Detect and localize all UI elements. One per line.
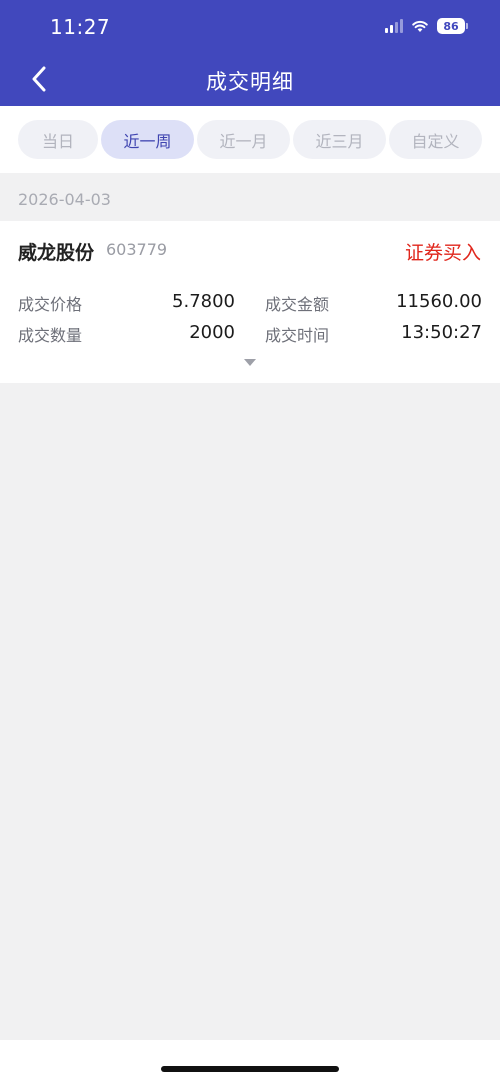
tab-month[interactable]: 近一月 <box>197 120 290 159</box>
period-tabs: 当日 近一周 近一月 近三月 自定义 <box>0 106 500 173</box>
stock-name: 威龙股份 <box>18 242 95 264</box>
caret-down-icon[interactable] <box>244 359 256 366</box>
header: 11:27 86 成交明细 <box>0 0 500 106</box>
status-time: 11:27 <box>50 15 111 39</box>
time-value: 13:50:27 <box>401 322 482 343</box>
bottom-safe-area <box>0 1040 500 1082</box>
price-value: 5.7800 <box>172 291 235 312</box>
quantity-label: 成交数量 <box>18 326 83 345</box>
quantity-value: 2000 <box>189 322 235 343</box>
amount-value: 11560.00 <box>396 291 482 312</box>
battery-icon: 86 <box>437 18 468 34</box>
wifi-icon <box>412 20 428 32</box>
trade-record-card[interactable]: 威龙股份 603779 证券买入 成交价格 5.7800 成交金额 11560.… <box>0 221 500 383</box>
trade-type: 证券买入 <box>404 242 481 264</box>
cellular-signal-icon <box>385 19 403 33</box>
status-icons: 86 <box>385 18 468 34</box>
amount-label: 成交金额 <box>265 295 330 314</box>
tab-three-months[interactable]: 近三月 <box>293 120 386 159</box>
price-label: 成交价格 <box>18 295 83 314</box>
tab-today[interactable]: 当日 <box>18 120 98 159</box>
record-date: 2026-04-03 <box>18 190 111 209</box>
battery-level: 86 <box>437 18 465 34</box>
tab-week[interactable]: 近一周 <box>101 120 194 159</box>
tab-custom[interactable]: 自定义 <box>389 120 482 159</box>
time-label: 成交时间 <box>265 326 330 345</box>
home-indicator[interactable] <box>161 1066 339 1072</box>
stock-code: 603779 <box>106 240 168 259</box>
page-title: 成交明细 <box>206 70 294 94</box>
